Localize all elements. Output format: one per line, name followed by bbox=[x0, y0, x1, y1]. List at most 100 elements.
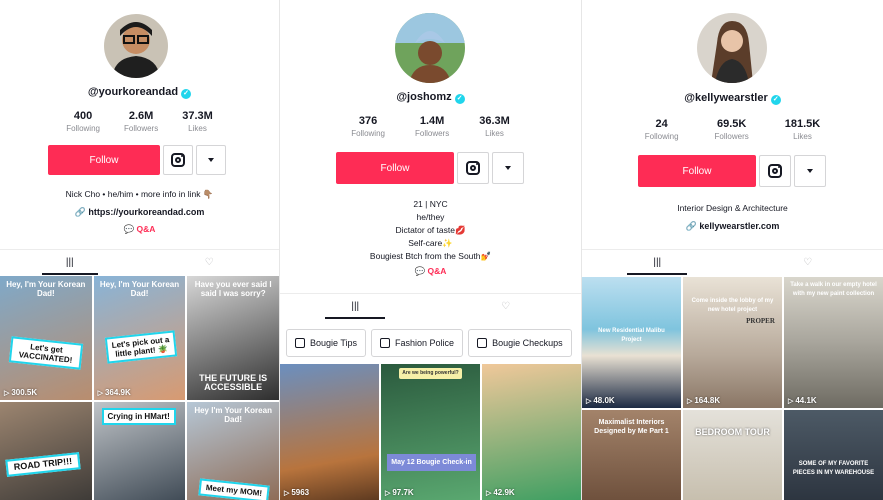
action-buttons: Follow bbox=[638, 155, 826, 187]
video-thumb[interactable]: Hey, I'm Your Korean Dad! Let's pick out… bbox=[93, 276, 186, 400]
video-sticker: ROAD TRIP!!! bbox=[5, 452, 81, 477]
heart-lock-icon: ♡ bbox=[204, 257, 214, 268]
playlist-fashion-police[interactable]: Fashion Police bbox=[371, 329, 464, 357]
heart-lock-icon: ♡ bbox=[501, 301, 511, 312]
video-thumb[interactable]: Have you ever said I said I was sorry? T… bbox=[187, 276, 279, 400]
grid-icon: ||| bbox=[653, 257, 662, 268]
bio: 21 | NYC he/they Dictator of taste💋 Self… bbox=[280, 198, 581, 263]
bio-line: Dictator of taste💋 bbox=[395, 225, 466, 235]
video-thumb[interactable]: BEDROOM TOUR bbox=[683, 410, 782, 500]
video-thumb[interactable]: Hey, I'm Your Korean Dad! Let's get VACC… bbox=[0, 276, 92, 400]
video-sticker: Meet my MOM! bbox=[198, 478, 271, 500]
action-buttons: Follow bbox=[336, 152, 524, 184]
video-thumb[interactable]: SOME OF MY FAVORITE PIECES IN MY WAREHOU… bbox=[784, 410, 883, 500]
tab-videos[interactable]: ||| bbox=[280, 294, 431, 319]
video-caption: Hey I'm Your Korean Dad! bbox=[194, 406, 272, 424]
tab-liked[interactable]: ♡ bbox=[733, 250, 883, 275]
video-thumb[interactable]: ROAD TRIP!!! bbox=[0, 402, 92, 500]
follow-button[interactable]: Follow bbox=[638, 155, 756, 187]
qa-link[interactable]: 💬 Q&A bbox=[280, 266, 581, 277]
profile-panel-joshomz: @joshomz ✓ 376 Following 1.4M Followers 36.… bbox=[280, 0, 581, 500]
view-count: 5963 bbox=[284, 488, 309, 497]
grid-icon: ||| bbox=[65, 257, 74, 268]
video-thumb[interactable]: 5963 bbox=[280, 364, 379, 500]
username: @joshomz ✓ bbox=[280, 91, 581, 104]
playlist-row: Bougie Tips Fashion Police Bougie Checku… bbox=[286, 329, 581, 357]
instagram-button[interactable] bbox=[163, 145, 193, 175]
stat-following[interactable]: 376 Following bbox=[351, 115, 385, 138]
view-count: 300.5K bbox=[4, 388, 37, 397]
username: @yourkoreandad ✓ bbox=[0, 86, 279, 99]
stat-likes: 36.3M Likes bbox=[479, 115, 510, 138]
playlist-icon bbox=[477, 338, 488, 348]
bio: Nick Cho • he/him • more info in link 👇🏽 bbox=[65, 189, 214, 199]
video-caption: New Residential Malibu Project bbox=[598, 328, 665, 343]
video-thumb[interactable]: New Residential Malibu Project 48.0K bbox=[582, 277, 681, 408]
profile-link[interactable]: 🔗 https://yourkoreandad.com bbox=[0, 207, 279, 218]
sign-text: PROPER bbox=[746, 317, 775, 325]
stat-likes: 37.3M Likes bbox=[182, 110, 213, 133]
video-thumb[interactable]: Come inside the lobby of my new hotel pr… bbox=[683, 277, 782, 408]
video-caption: Come inside the lobby of my new hotel pr… bbox=[691, 298, 774, 313]
instagram-button[interactable] bbox=[457, 152, 489, 184]
content-tabs: ||| ♡ bbox=[582, 249, 883, 275]
playlist-icon bbox=[295, 338, 305, 348]
video-thumb[interactable]: Maximalist Interiors Designed by Me Part… bbox=[582, 410, 681, 500]
follow-button[interactable]: Follow bbox=[336, 152, 454, 184]
video-caption: Are we being powerful? bbox=[399, 368, 462, 379]
stat-followers[interactable]: 69.5K Followers bbox=[715, 118, 749, 141]
bio-line: Bougiest Btch from the South💅 bbox=[369, 251, 492, 261]
video-thumb[interactable]: Are we being powerful? May 12 Bougie Che… bbox=[381, 364, 480, 500]
bio-line: Self-care✨ bbox=[408, 238, 453, 248]
stat-followers[interactable]: 2.6M Followers bbox=[124, 110, 158, 133]
avatar[interactable] bbox=[395, 13, 465, 83]
stats-row: 400 Following 2.6M Followers 37.3M Likes bbox=[0, 110, 279, 133]
video-caption: Maximalist Interiors Designed by Me Part… bbox=[594, 419, 669, 435]
video-caption: Have you ever said I said I was sorry? bbox=[194, 280, 272, 298]
video-sticker: Crying in HMart! bbox=[101, 408, 176, 425]
playlist-bougie-checkups[interactable]: Bougie Checkups bbox=[468, 329, 572, 357]
qa-link[interactable]: 💬 Q&A bbox=[0, 224, 279, 235]
bio-line: he/they bbox=[416, 212, 445, 222]
video-caption: Hey, I'm Your Korean Dad! bbox=[99, 280, 180, 298]
video-caption: BEDROOM TOUR bbox=[695, 427, 770, 437]
verified-badge-icon: ✓ bbox=[454, 94, 465, 104]
tab-liked[interactable]: ♡ bbox=[431, 294, 582, 319]
view-count: 42.9K bbox=[486, 488, 514, 497]
follow-button[interactable]: Follow bbox=[48, 145, 160, 175]
instagram-icon bbox=[171, 153, 185, 167]
more-options-button[interactable] bbox=[492, 152, 524, 184]
video-sticker: May 12 Bougie Check-in bbox=[387, 454, 476, 471]
view-count: 164.8K bbox=[687, 396, 720, 405]
view-count: 48.0K bbox=[586, 396, 614, 405]
tab-videos[interactable]: ||| bbox=[0, 250, 140, 275]
video-caption: SOME OF MY FAVORITE PIECES IN MY WAREHOU… bbox=[792, 461, 875, 476]
profile-link[interactable]: 🔗 kellywearstler.com bbox=[582, 221, 883, 232]
profile-panel-kellywearstler: @kellywearstler ✓ 24 Following 69.5K Follow… bbox=[582, 0, 883, 500]
tab-videos[interactable]: ||| bbox=[582, 250, 733, 275]
screenshot-collage: @yourkoreandad ✓ 400 Following 2.6M Followe… bbox=[0, 0, 883, 500]
instagram-button[interactable] bbox=[759, 155, 791, 187]
video-thumb[interactable]: Take a walk in our empty hotel with my n… bbox=[784, 277, 883, 408]
video-thumb[interactable]: Crying in HMart! bbox=[93, 402, 186, 500]
caret-down-icon bbox=[208, 158, 214, 162]
stat-following[interactable]: 400 Following bbox=[66, 110, 100, 133]
tab-liked[interactable]: ♡ bbox=[140, 250, 280, 275]
more-options-button[interactable] bbox=[196, 145, 226, 175]
video-sticker: Let's get VACCINATED! bbox=[8, 336, 84, 370]
avatar[interactable] bbox=[697, 13, 767, 83]
avatar[interactable] bbox=[104, 14, 168, 78]
video-grid: New Residential Malibu Project 48.0K Com… bbox=[582, 277, 883, 500]
username: @kellywearstler ✓ bbox=[582, 92, 883, 105]
stat-followers[interactable]: 1.4M Followers bbox=[415, 115, 449, 138]
instagram-icon bbox=[466, 161, 480, 175]
stat-following[interactable]: 24 Following bbox=[645, 118, 679, 141]
video-thumb[interactable]: 42.9K bbox=[482, 364, 581, 500]
more-options-button[interactable] bbox=[794, 155, 826, 187]
video-caption: Take a walk in our empty hotel with my n… bbox=[790, 282, 877, 297]
playlist-icon bbox=[380, 338, 391, 348]
grid-icon: ||| bbox=[351, 301, 360, 312]
view-count: 97.7K bbox=[385, 488, 413, 497]
playlist-bougie-tips[interactable]: Bougie Tips bbox=[286, 329, 367, 357]
video-thumb[interactable]: Hey I'm Your Korean Dad! Meet my MOM! bbox=[187, 402, 279, 500]
